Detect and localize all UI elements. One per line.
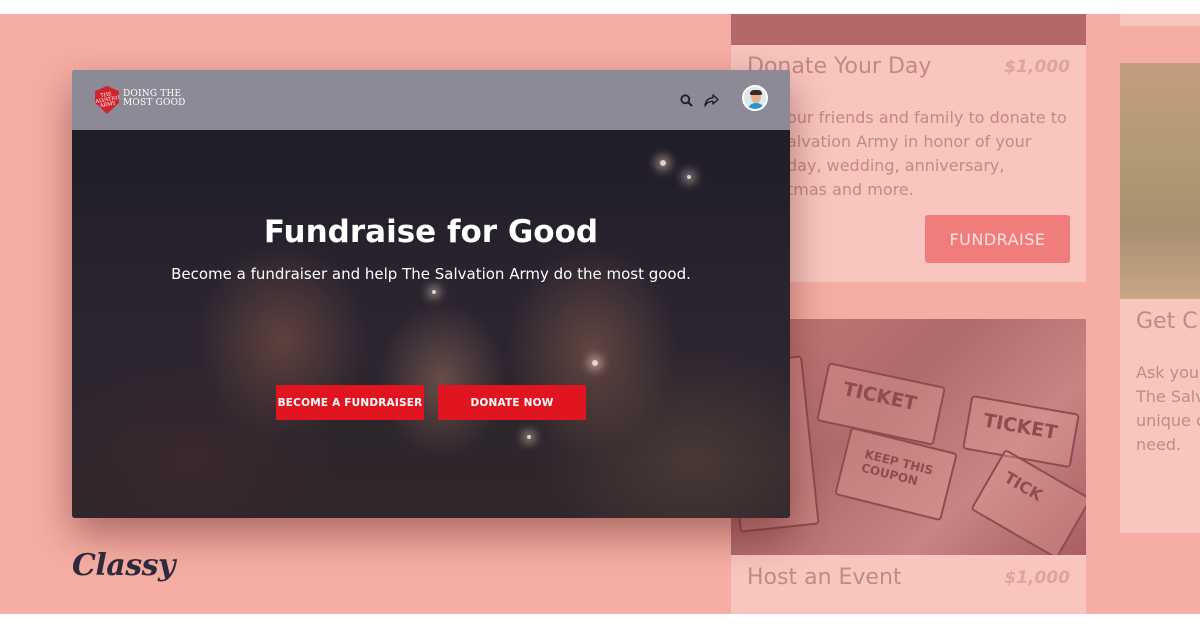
become-fundraiser-button[interactable]: BECOME A FUNDRAISER bbox=[276, 385, 424, 420]
card-image bbox=[1120, 63, 1200, 299]
card-description: Ask your The Salv unique c need. bbox=[1136, 363, 1200, 454]
sparkler-light bbox=[592, 360, 598, 366]
sparkler-light bbox=[687, 175, 691, 179]
user-avatar[interactable] bbox=[742, 85, 768, 111]
hero-section: Fundraise for Good Become a fundraiser a… bbox=[72, 130, 790, 518]
hero-subtitle: Become a fundraiser and help The Salvati… bbox=[171, 265, 691, 283]
donate-now-button[interactable]: DONATE NOW bbox=[438, 385, 586, 420]
card-title: Get C bbox=[1136, 309, 1198, 334]
site-logo-text[interactable]: DOING THE MOST GOOD bbox=[123, 90, 186, 108]
sparkler-light bbox=[527, 435, 531, 439]
sparkler-light bbox=[660, 160, 666, 166]
ticket-graphic: KEEP THIS COUPON bbox=[834, 426, 958, 522]
salvation-army-shield-icon[interactable]: THE SALVATION ARMY bbox=[95, 86, 119, 114]
card-amount: $1,000 bbox=[1004, 568, 1070, 588]
classy-logo: Classy bbox=[72, 548, 175, 583]
sparkler-light bbox=[432, 290, 436, 294]
site-header: THE SALVATION ARMY DOING THE MOST GOOD bbox=[72, 70, 790, 130]
card-title: Host an Event bbox=[747, 565, 902, 590]
fundraise-button[interactable]: FUNDRAISE bbox=[925, 215, 1070, 263]
card-description: our friends and family to donate to alva… bbox=[787, 108, 1067, 199]
partial-card-right: Get C Ask your The Salv unique c need. bbox=[1120, 63, 1200, 533]
browser-mockup: THE SALVATION ARMY DOING THE MOST GOOD F… bbox=[72, 70, 790, 518]
share-icon[interactable] bbox=[702, 91, 720, 109]
card-amount: $1,000 bbox=[1004, 57, 1070, 77]
promo-canvas: Donate Your Day $1,000 our friends and f… bbox=[0, 14, 1200, 614]
card-image bbox=[731, 14, 1086, 45]
partial-card-top-right bbox=[1120, 14, 1200, 26]
hero-title: Fundraise for Good bbox=[263, 214, 599, 250]
search-icon[interactable] bbox=[677, 91, 695, 109]
